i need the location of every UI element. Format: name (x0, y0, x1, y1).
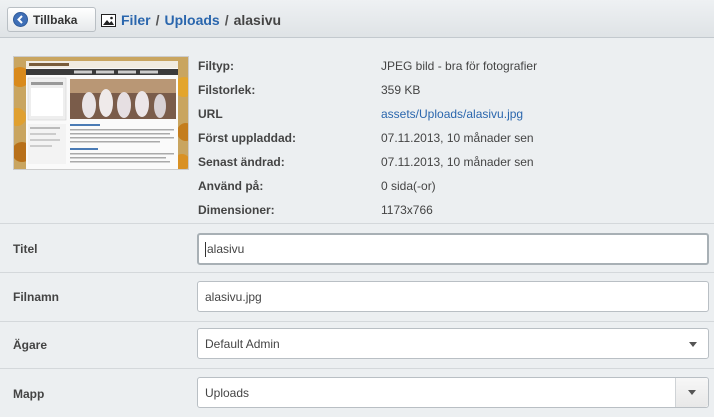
filename-input-value: alasivu.jpg (205, 289, 262, 304)
info-label: URL (198, 107, 223, 121)
info-label: Filtyp: (198, 59, 234, 73)
info-row-created: Först uppladdad: 07.11.2013, 10 månader … (198, 126, 537, 150)
image-icon (101, 13, 116, 27)
folder-dropdown-toggle[interactable] (675, 378, 708, 407)
form-row-owner: Ägare Default Admin (0, 323, 714, 369)
info-value: 07.11.2013, 10 månader sen (381, 131, 534, 145)
info-label: Dimensioner: (198, 203, 275, 217)
file-thumbnail (13, 56, 189, 170)
arrow-left-icon (13, 12, 28, 27)
info-label: Filstorlek: (198, 83, 256, 97)
back-button[interactable]: Tillbaka (7, 7, 96, 32)
breadcrumb-current: alasivu (233, 12, 282, 28)
title-label: Titel (13, 242, 38, 256)
folder-label: Mapp (13, 387, 45, 401)
info-value: 359 KB (381, 83, 421, 97)
info-label: Först uppladdad: (198, 131, 296, 145)
info-label: Senast ändrad: (198, 155, 285, 169)
breadcrumb-separator: / (155, 12, 160, 28)
file-info: Filtyp: JPEG bild - bra för fotografier … (198, 54, 537, 222)
info-row-used-on: Använd på: 0 sida(-or) (198, 174, 537, 198)
chevron-down-icon (689, 342, 697, 347)
filename-input[interactable]: alasivu.jpg (197, 281, 709, 312)
info-row-url: URL assets/Uploads/alasivu.jpg (198, 102, 537, 126)
breadcrumb-link-uploads[interactable]: Uploads (164, 12, 219, 28)
info-value: 0 sida(-or) (381, 179, 436, 193)
form-row-title: Titel alasivu (0, 225, 714, 273)
title-input-value: alasivu (207, 242, 245, 256)
info-row-filetype: Filtyp: JPEG bild - bra för fotografier (198, 54, 537, 78)
file-preview-section: Filtyp: JPEG bild - bra för fotografier … (0, 39, 714, 224)
info-value: 1173x766 (381, 203, 433, 217)
text-cursor (205, 241, 206, 257)
back-button-label: Tillbaka (33, 12, 78, 27)
breadcrumb-separator: / (224, 12, 229, 28)
owner-label: Ägare (13, 338, 48, 352)
filename-label: Filnamn (13, 290, 60, 304)
breadcrumb: Filer / Uploads / alasivu (101, 11, 281, 29)
header-bar: Tillbaka Filer / Uploads / alasivu (0, 0, 714, 38)
owner-select-value: Default Admin (205, 336, 280, 351)
info-value: JPEG bild - bra för fotografier (381, 59, 538, 73)
folder-select-value: Uploads (205, 385, 250, 400)
breadcrumb-link-files[interactable]: Filer (121, 12, 151, 28)
info-row-dimensions: Dimensioner: 1173x766 (198, 198, 537, 222)
chevron-down-icon (688, 390, 696, 395)
info-row-filesize: Filstorlek: 359 KB (198, 78, 537, 102)
form-row-filename: Filnamn alasivu.jpg (0, 274, 714, 322)
folder-select[interactable]: Uploads (197, 377, 709, 408)
info-label: Använd på: (198, 179, 264, 193)
form-row-folder: Mapp Uploads (0, 370, 714, 417)
owner-select[interactable]: Default Admin (197, 328, 709, 359)
info-row-modified: Senast ändrad: 07.11.2013, 10 månader se… (198, 150, 537, 174)
title-input[interactable]: alasivu (197, 233, 709, 265)
file-url-link[interactable]: assets/Uploads/alasivu.jpg (381, 107, 523, 121)
info-value: 07.11.2013, 10 månader sen (381, 155, 534, 169)
